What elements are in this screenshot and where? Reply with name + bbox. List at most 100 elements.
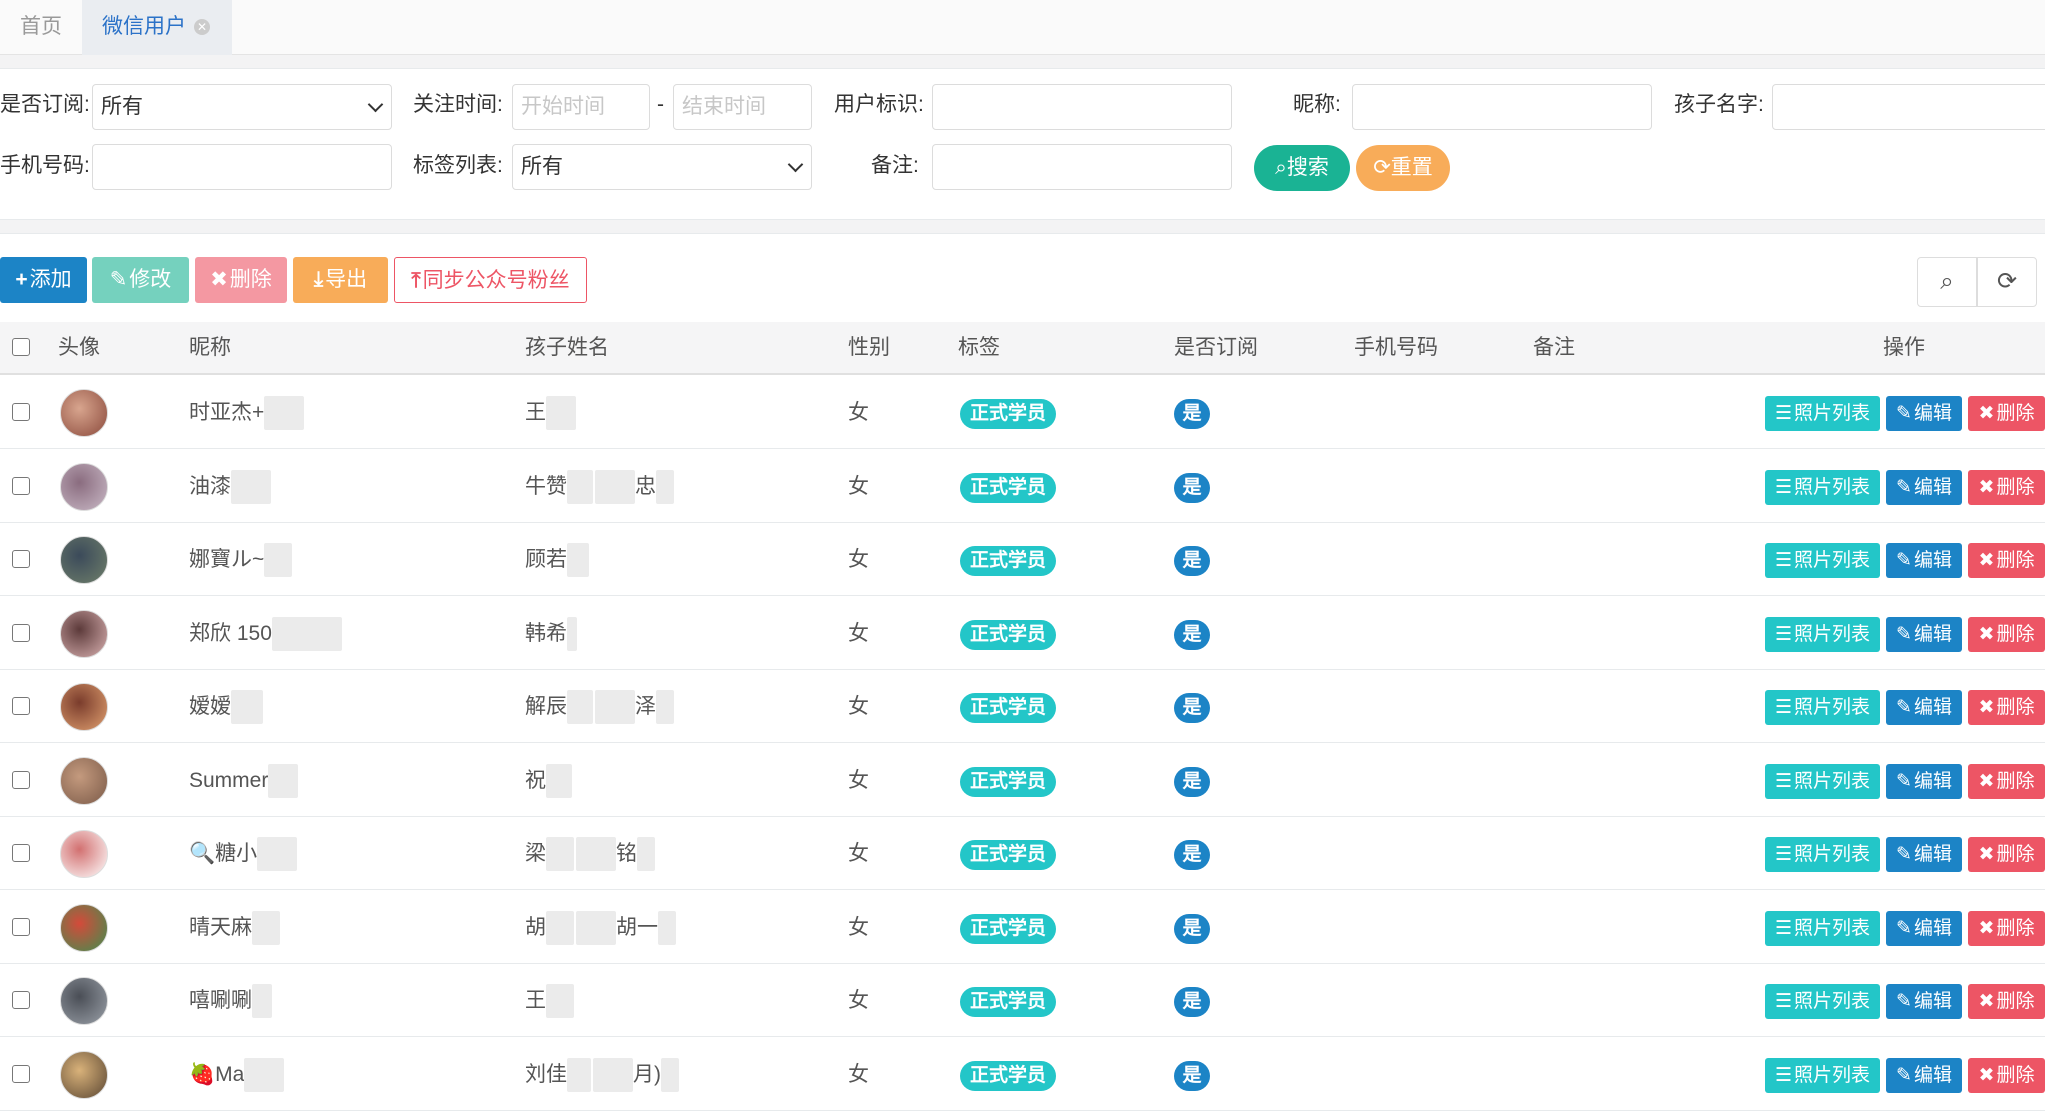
row-delete-button[interactable]: ✖ 删除 (1968, 616, 2045, 652)
subscribe-label: 是否订阅: (0, 93, 90, 116)
row-delete-label: 删除 (1996, 476, 2035, 498)
photo-list-button[interactable]: ☰ 照片列表 (1765, 837, 1880, 872)
row-delete-button[interactable]: ✖ 删除 (1968, 469, 2045, 505)
sync-followers-button[interactable]: ⤒同步公众号粉丝 (394, 257, 587, 303)
child-name-text: 王 (525, 989, 546, 1012)
photo-list-button[interactable]: ☰ 照片列表 (1765, 469, 1880, 505)
refresh-icon: ⟳ (1373, 156, 1391, 179)
child-name-input[interactable] (1772, 84, 2045, 130)
row-edit-button[interactable]: ✎ 编辑 (1886, 984, 1962, 1019)
phone-input[interactable] (92, 144, 392, 190)
tag-badge: 正式学员 (960, 766, 1057, 797)
row-checkbox[interactable] (12, 917, 30, 936)
row-edit-button[interactable]: ✎ 编辑 (1886, 543, 1962, 578)
list-icon: ☰ (1774, 476, 1793, 498)
row-delete-button[interactable]: ✖ 删除 (1968, 837, 2045, 872)
row-checkbox[interactable] (12, 623, 30, 642)
avatar (60, 977, 108, 1025)
table-row: Summer 祝 女 正式学员 是 ☰ 照片列表 ✎ 编辑 ✖ 删除 (0, 743, 2045, 817)
row-edit-button[interactable]: ✎ 编辑 (1886, 1057, 1962, 1093)
table-row: 油漆 牛赞 忠 女 正式学员 是 ☰ 照片列表 ✎ 编辑 ✖ 删除 (0, 449, 2045, 523)
row-delete-button[interactable]: ✖ 删除 (1968, 910, 2045, 946)
close-icon: ✖ (1978, 550, 1995, 571)
row-delete-label: 删除 (1996, 1064, 2035, 1086)
child-name-text: 胡 (525, 915, 546, 939)
export-button[interactable]: ⤓导出 (293, 257, 388, 303)
reset-button[interactable]: ⟳重置 (1356, 145, 1450, 191)
row-checkbox[interactable] (12, 476, 30, 495)
photo-list-label: 照片列表 (1794, 770, 1871, 792)
redacted-text (252, 984, 272, 1019)
photo-list-button[interactable]: ☰ 照片列表 (1765, 984, 1880, 1019)
child-name-suffix: 忠 (635, 474, 656, 498)
photo-list-button[interactable]: ☰ 照片列表 (1765, 543, 1880, 578)
tag-badge: 正式学员 (960, 987, 1057, 1017)
row-delete-label: 删除 (1996, 844, 2035, 865)
row-delete-button[interactable]: ✖ 删除 (1968, 690, 2045, 725)
row-delete-button[interactable]: ✖ 删除 (1968, 1057, 2045, 1093)
tag-badge: 正式学员 (960, 913, 1057, 944)
openid-input[interactable] (932, 84, 1232, 130)
row-edit-button[interactable]: ✎ 编辑 (1886, 690, 1962, 725)
start-time-input[interactable]: 开始时间 (512, 84, 650, 130)
table-refresh-button[interactable]: ⟳ (1977, 257, 2037, 307)
photo-list-button[interactable]: ☰ 照片列表 (1765, 616, 1880, 652)
child-name-text: 解辰 (525, 695, 567, 718)
select-all-checkbox[interactable] (12, 338, 30, 356)
row-checkbox[interactable] (12, 403, 30, 421)
photo-list-button[interactable]: ☰ 照片列表 (1765, 690, 1880, 725)
list-icon: ☰ (1774, 1064, 1793, 1086)
row-checkbox[interactable] (12, 770, 30, 789)
delete-button[interactable]: ✖删除 (195, 257, 287, 303)
photo-list-button[interactable]: ☰ 照片列表 (1765, 1057, 1880, 1093)
row-checkbox[interactable] (12, 697, 30, 715)
gender-cell: 女 (848, 915, 869, 939)
photo-list-button[interactable]: ☰ 照片列表 (1765, 763, 1880, 799)
nickname-cell: 🍓Ma (189, 1038, 285, 1111)
edit-button[interactable]: ✎修改 (92, 257, 189, 303)
row-delete-button[interactable]: ✖ 删除 (1968, 763, 2045, 799)
row-checkbox[interactable] (12, 991, 30, 1009)
row-edit-button[interactable]: ✎ 编辑 (1886, 763, 1962, 799)
nickname-text: 晴天麻 (189, 915, 252, 939)
photo-list-label: 照片列表 (1794, 697, 1871, 718)
row-edit-button[interactable]: ✎ 编辑 (1886, 616, 1962, 652)
end-time-input[interactable]: 结束时间 (673, 84, 812, 130)
nickname-input[interactable] (1352, 84, 1652, 130)
row-checkbox[interactable] (12, 844, 30, 862)
photo-list-button[interactable]: ☰ 照片列表 (1765, 910, 1880, 946)
row-delete-button[interactable]: ✖ 删除 (1968, 984, 2045, 1019)
remark-input[interactable] (932, 144, 1232, 190)
row-edit-button[interactable]: ✎ 编辑 (1886, 469, 1962, 505)
tab-wechat-users-label: 微信用户 (102, 15, 186, 38)
row-delete-button[interactable]: ✖ 删除 (1968, 396, 2045, 431)
row-delete-button[interactable]: ✖ 删除 (1968, 543, 2045, 578)
search-icon: ⌕ (1275, 156, 1287, 179)
avatar (60, 389, 108, 437)
subscribe-select[interactable]: 所有 (92, 84, 392, 130)
child-name-suffix: 月) (633, 1062, 661, 1086)
photo-list-button[interactable]: ☰ 照片列表 (1765, 396, 1880, 431)
gender-cell: 女 (848, 768, 869, 792)
tag-badge: 正式学员 (960, 399, 1057, 429)
table-search-button[interactable]: ⌕ (1917, 257, 1977, 307)
gender-cell: 女 (848, 989, 869, 1012)
add-button[interactable]: +添加 (0, 257, 87, 303)
row-checkbox[interactable] (12, 1064, 30, 1083)
tab-wechat-users[interactable]: 微信用户 ✕ (82, 0, 232, 55)
search-button[interactable]: ⌕搜索 (1254, 145, 1350, 191)
row-edit-label: 编辑 (1913, 550, 1952, 571)
upload-icon: ⤒ (411, 269, 421, 292)
subscribed-badge: 是 (1174, 472, 1210, 503)
child-name-text: 祝 (525, 768, 546, 792)
tab-home[interactable]: 首页 (0, 0, 82, 55)
close-icon[interactable]: ✕ (194, 19, 210, 35)
row-edit-button[interactable]: ✎ 编辑 (1886, 837, 1962, 872)
row-edit-button[interactable]: ✎ 编辑 (1886, 396, 1962, 431)
row-checkbox[interactable] (12, 550, 30, 568)
edit-icon: ✎ (1896, 476, 1912, 498)
table-row: 时亚杰+ 王 女 正式学员 是 ☰ 照片列表 ✎ 编辑 ✖ 删除 (0, 376, 2045, 449)
row-edit-button[interactable]: ✎ 编辑 (1886, 910, 1962, 946)
table-row: 晴天麻 胡 胡一 女 正式学员 是 ☰ 照片列表 ✎ 编辑 ✖ 删除 (0, 890, 2045, 964)
tag-list-select[interactable]: 所有 (512, 144, 812, 190)
